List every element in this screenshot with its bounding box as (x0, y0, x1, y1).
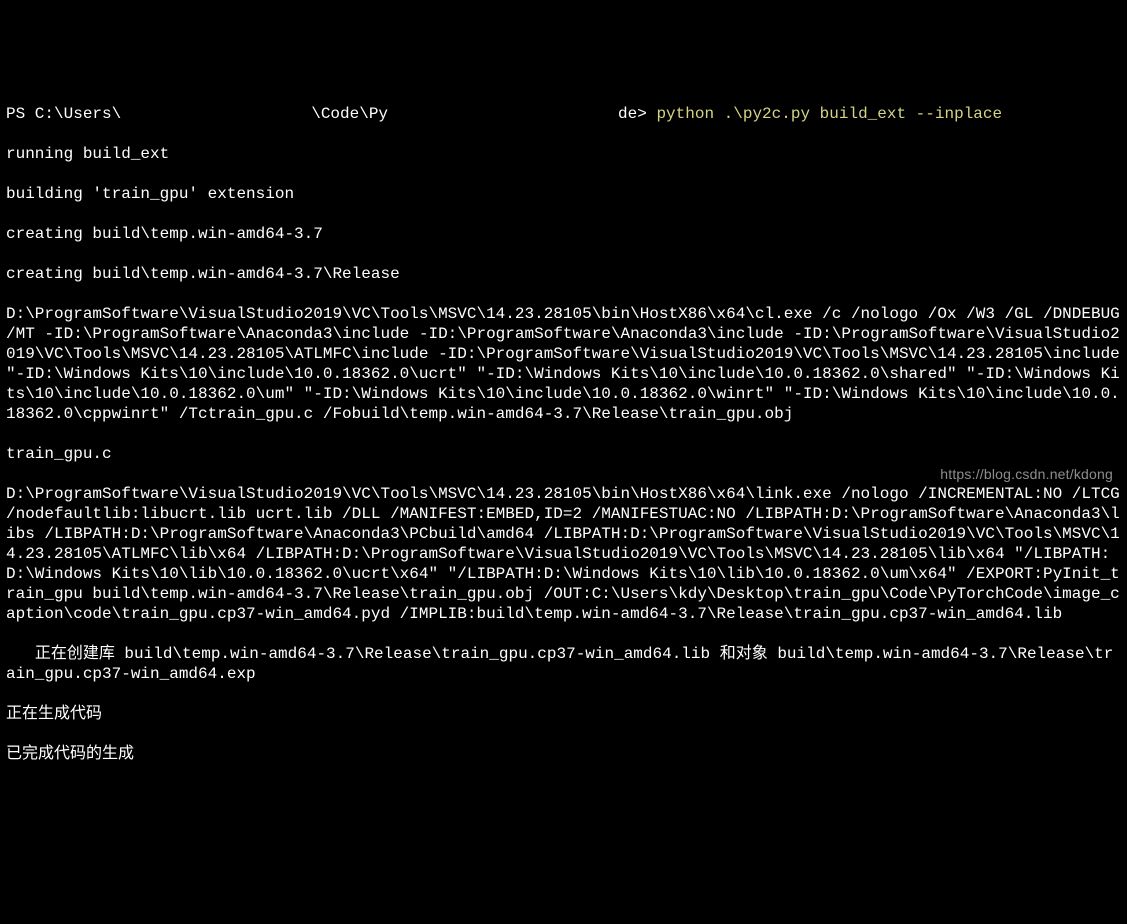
prompt-mid: \Code\Py (311, 105, 388, 123)
prompt-suffix: de> (618, 105, 656, 123)
output-line-10: 已完成代码的生成 (6, 744, 1121, 764)
output-line-4: creating build\temp.win-amd64-3.7\Releas… (6, 264, 1121, 284)
output-line-3: creating build\temp.win-amd64-3.7 (6, 224, 1121, 244)
prompt-prefix: PS C:\Users\ (6, 105, 121, 123)
terminal-output[interactable]: PS C:\Users\ \Code\Py de> python .\py2c.py… (6, 84, 1121, 784)
output-line-6: train_gpu.c (6, 444, 1121, 464)
redacted-path-1 (121, 106, 311, 122)
output-line-9: 正在生成代码 (6, 704, 1121, 724)
output-line-5: D:\ProgramSoftware\VisualStudio2019\VC\T… (6, 304, 1121, 424)
command-text: python .\py2c.py build_ext --inplace (656, 105, 1002, 123)
output-line-7: D:\ProgramSoftware\VisualStudio2019\VC\T… (6, 484, 1121, 624)
redacted-path-2 (388, 106, 618, 122)
watermark-text: https://blog.csdn.net/kdong (940, 466, 1113, 484)
output-line-1: running build_ext (6, 144, 1121, 164)
output-line-2: building 'train_gpu' extension (6, 184, 1121, 204)
output-line-8: 正在创建库 build\temp.win-amd64-3.7\Release\t… (6, 644, 1121, 684)
prompt-line: PS C:\Users\ \Code\Py de> python .\py2c.py… (6, 104, 1121, 124)
